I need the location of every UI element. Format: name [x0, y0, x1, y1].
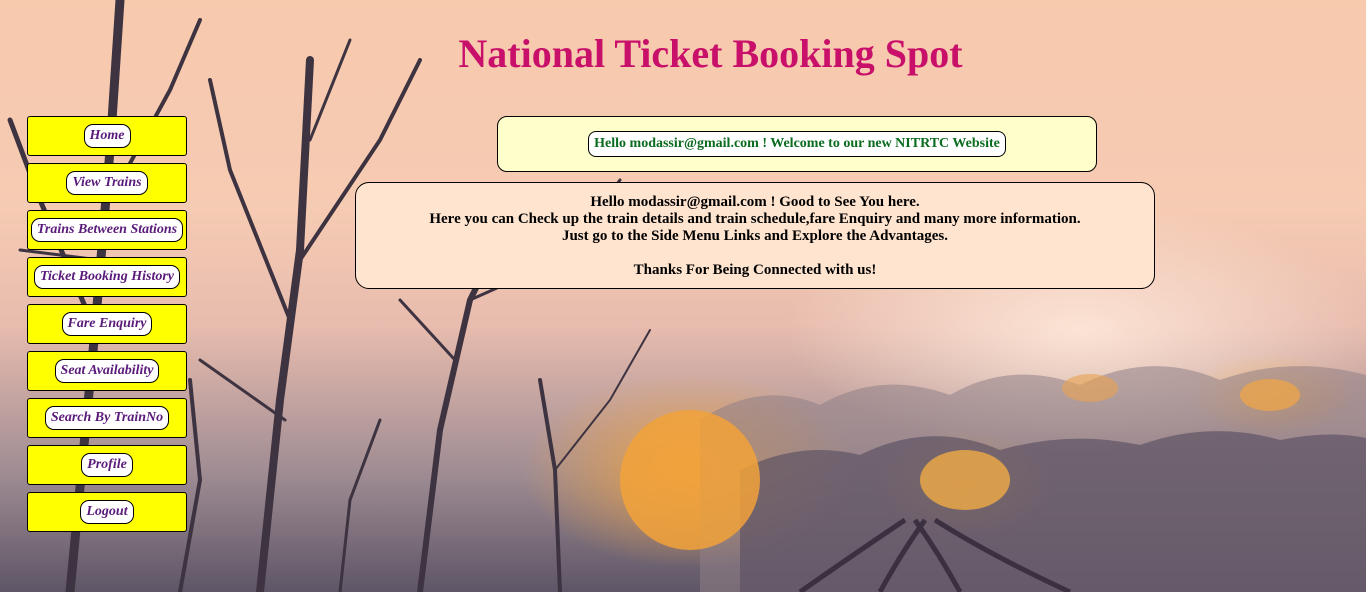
- seat-availability-link[interactable]: Seat Availability: [54, 359, 160, 383]
- info-description: Here you can Check up the train details …: [429, 211, 1081, 227]
- menu-item-seat-availability[interactable]: Seat Availability: [27, 351, 187, 391]
- near-treeline: [740, 431, 1366, 592]
- menu-item-fare-enquiry[interactable]: Fare Enquiry: [27, 304, 187, 344]
- rail-track: [912, 518, 963, 592]
- menu-item-search-by-trainno[interactable]: Search By TrainNo: [27, 398, 187, 438]
- info-panel: Hello modassir@gmail.com ! Good to See Y…: [355, 182, 1155, 289]
- orange-tree: [620, 410, 760, 550]
- menu-item-home[interactable]: Home: [27, 116, 187, 156]
- home-link[interactable]: Home: [83, 124, 131, 148]
- logout-link[interactable]: Logout: [80, 500, 134, 524]
- profile-link[interactable]: Profile: [81, 453, 133, 477]
- rail-track: [933, 517, 1072, 592]
- menu-item-ticket-booking-history[interactable]: Ticket Booking History: [27, 257, 187, 297]
- search-by-trainno-link[interactable]: Search By TrainNo: [44, 406, 170, 430]
- menu-item-logout[interactable]: Logout: [27, 492, 187, 532]
- info-greeting: Hello modassir@gmail.com ! Good to See Y…: [590, 194, 920, 210]
- rail-track: [798, 517, 907, 592]
- view-trains-link[interactable]: View Trains: [66, 171, 148, 195]
- welcome-message: Hello modassir@gmail.com ! Welcome to ou…: [588, 131, 1006, 157]
- menu-item-trains-between-stations[interactable]: Trains Between Stations: [27, 210, 187, 250]
- welcome-banner: Hello modassir@gmail.com ! Welcome to ou…: [497, 116, 1097, 172]
- orange-tree: [1062, 374, 1118, 402]
- rail-track: [877, 518, 928, 592]
- menu-item-profile[interactable]: Profile: [27, 445, 187, 485]
- info-spacer: [356, 245, 1154, 262]
- info-thanks: Thanks For Being Connected with us!: [633, 262, 877, 278]
- page-title: National Ticket Booking Spot: [458, 31, 963, 76]
- ticket-booking-history-link[interactable]: Ticket Booking History: [33, 265, 181, 289]
- side-menu: Home View Trains Trains Between Stations…: [27, 116, 187, 539]
- orange-tree: [920, 450, 1010, 510]
- info-instructions: Just go to the Side Menu Links and Explo…: [561, 228, 949, 244]
- distant-treeline: [700, 366, 1366, 592]
- fare-enquiry-link[interactable]: Fare Enquiry: [61, 312, 153, 336]
- menu-item-view-trains[interactable]: View Trains: [27, 163, 187, 203]
- trains-between-stations-link[interactable]: Trains Between Stations: [30, 218, 184, 242]
- orange-tree: [1240, 379, 1300, 411]
- background-scenery: [7, 0, 1366, 592]
